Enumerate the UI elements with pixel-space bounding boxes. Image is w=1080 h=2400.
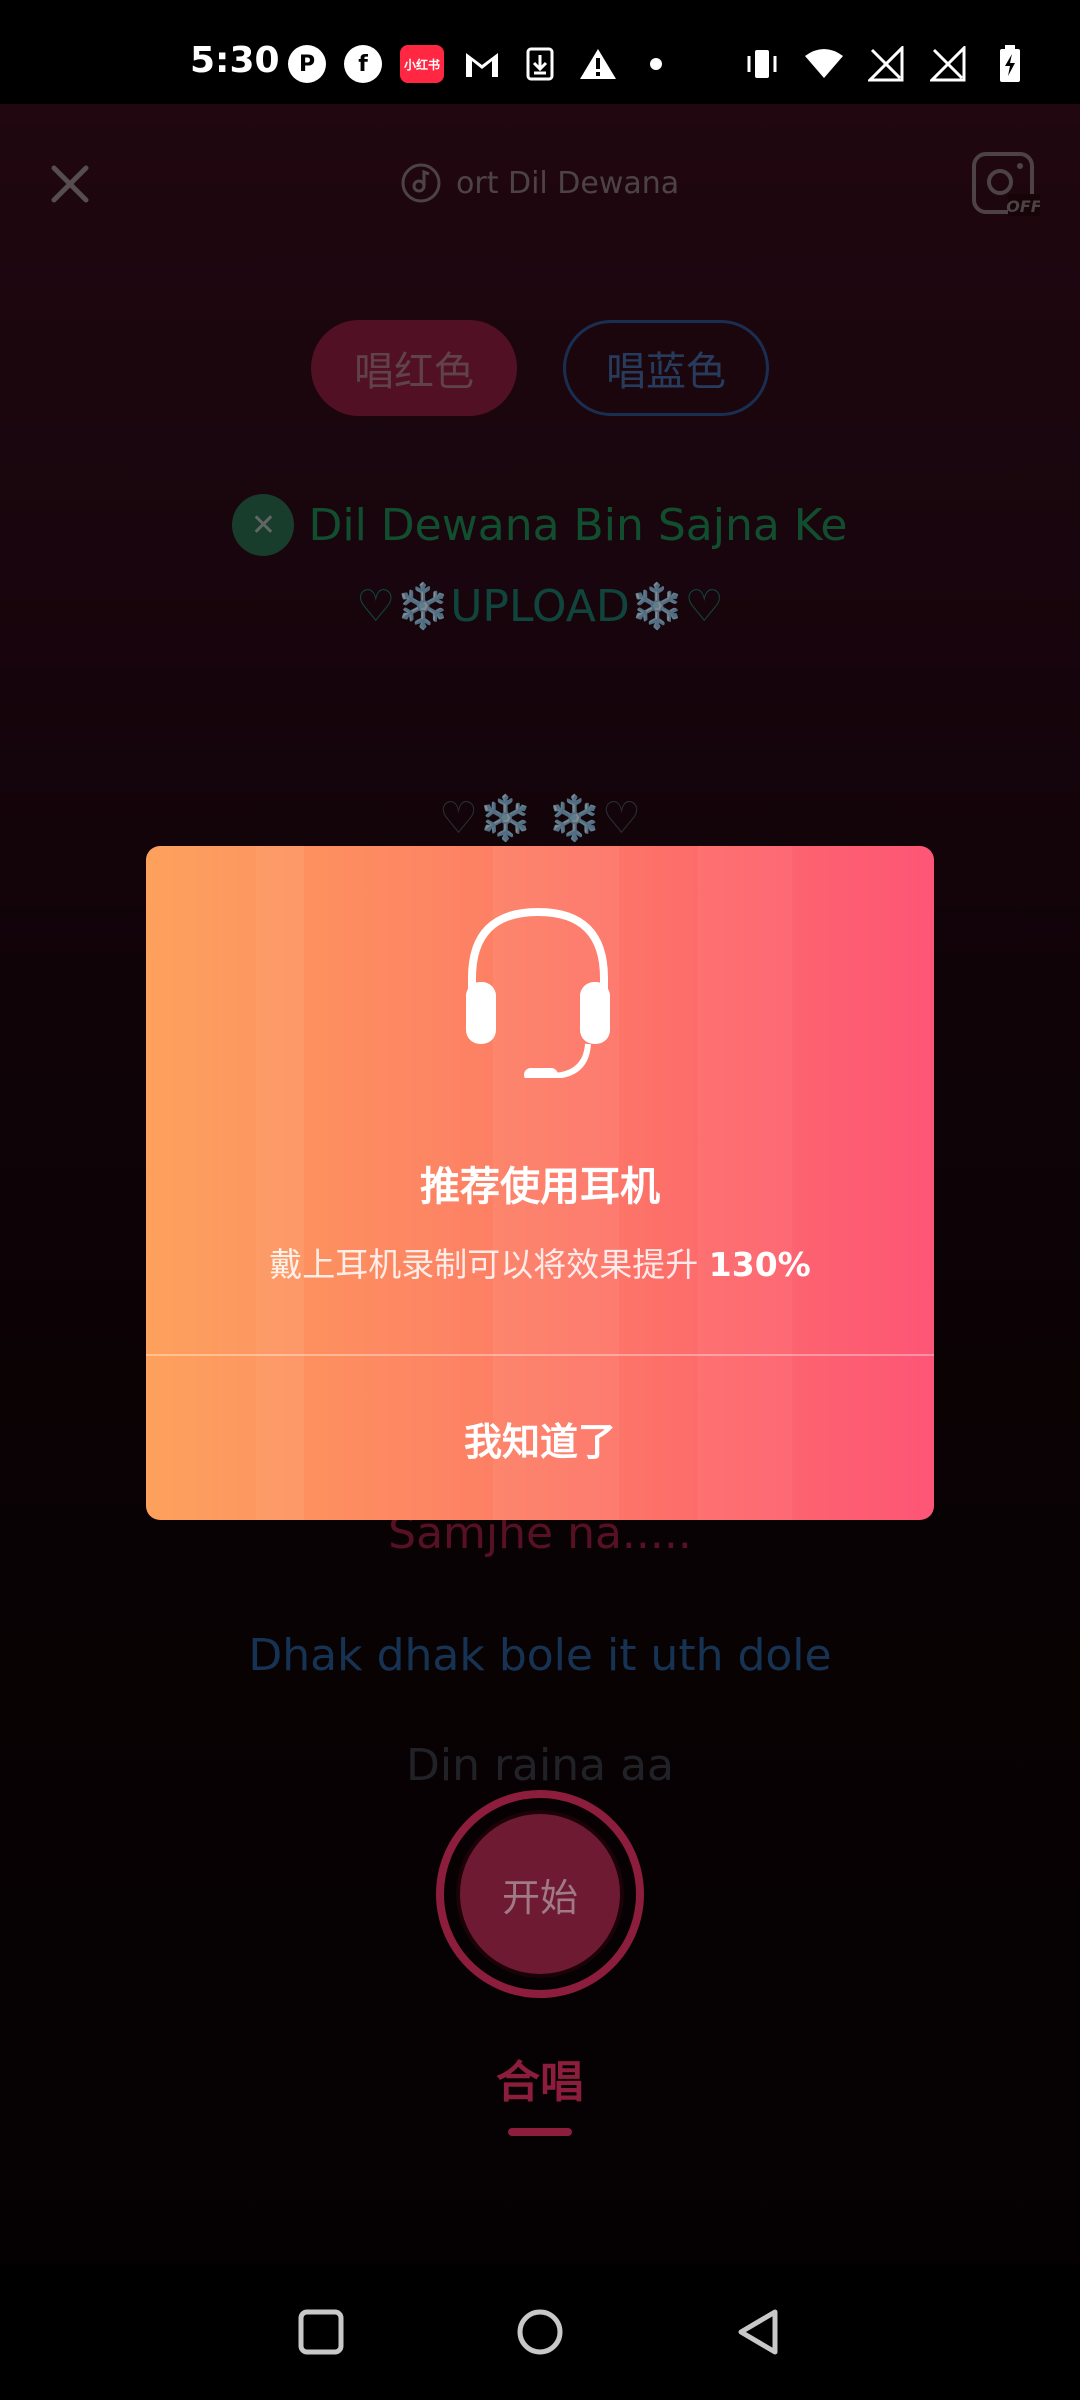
- status-time: 5:30: [190, 40, 280, 81]
- dialog-title: 推荐使用耳机: [420, 1164, 660, 1210]
- headphone-recommendation-dialog: 推荐使用耳机 戴上耳机录制可以将效果提升 130% 我知道了: [146, 846, 934, 1520]
- wifi-icon: [804, 44, 844, 84]
- vibrate-icon: [742, 44, 782, 84]
- recents-button[interactable]: [293, 2304, 349, 2360]
- download-icon: [520, 44, 560, 84]
- back-button[interactable]: [731, 2304, 787, 2360]
- dialog-subtitle-text: 戴上耳机录制可以将效果提升: [269, 1245, 709, 1284]
- podcast-icon: P: [288, 45, 326, 83]
- battery-charging-icon: [990, 44, 1030, 84]
- system-nav-bar: [0, 2264, 1080, 2400]
- home-button[interactable]: [512, 2304, 568, 2360]
- mode-tab-chorus[interactable]: 合唱: [0, 2046, 1080, 2110]
- gmail-icon: [462, 44, 502, 84]
- start-record-button[interactable]: 开始: [436, 1790, 644, 1998]
- improvement-value: 130%: [708, 1245, 811, 1284]
- system-icons: [742, 44, 1030, 84]
- signal-off-icon: [928, 44, 968, 84]
- xiaohongshu-icon: 小红书: [400, 45, 444, 83]
- facebook-icon: f: [344, 45, 382, 83]
- signal-off-icon: [866, 44, 906, 84]
- home-icon: [517, 2309, 563, 2355]
- recents-icon: [298, 2309, 344, 2355]
- status-bar: 5:30 P f 小红书: [0, 0, 1080, 104]
- start-label: 开始: [456, 1810, 624, 1978]
- warning-icon: [578, 44, 618, 84]
- back-icon: [738, 2309, 778, 2355]
- headphones-icon: [466, 907, 610, 1078]
- dialog-subtitle: 戴上耳机录制可以将效果提升 130%: [146, 1238, 934, 1286]
- got-it-button[interactable]: 我知道了: [146, 1356, 934, 1520]
- mode-tab-indicator: [508, 2128, 572, 2136]
- notification-icons: P f 小红书: [288, 44, 676, 84]
- dot-icon: [636, 44, 676, 84]
